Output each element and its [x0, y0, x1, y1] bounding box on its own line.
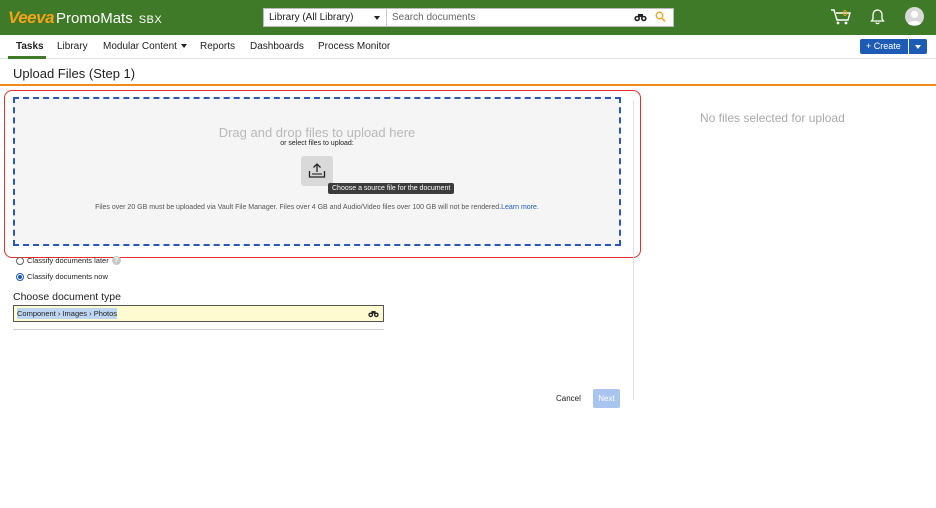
next-button[interactable]: Next — [593, 389, 620, 408]
dropzone-note: Files over 20 GB must be uploaded via Va… — [15, 204, 619, 211]
select-file-button[interactable] — [301, 156, 333, 186]
panel-divider — [633, 100, 634, 400]
binoculars-icon[interactable] — [634, 13, 647, 22]
top-bar: Veeva PromoMats SBX Library (All Library… — [0, 0, 936, 35]
cart-count-badge: 0 — [842, 9, 848, 18]
library-select[interactable]: Library (All Library) — [263, 8, 386, 27]
doctype-value: Component › Images › Photos — [17, 308, 118, 319]
create-button[interactable]: + Create — [860, 39, 908, 54]
app-logo[interactable]: Veeva PromoMats SBX — [8, 8, 162, 28]
doctype-label: Choose document type — [13, 291, 121, 303]
no-files-message: No files selected for upload — [700, 111, 845, 125]
classify-later-radio[interactable] — [16, 256, 24, 265]
chevron-down-icon — [374, 16, 380, 20]
doctype-field[interactable]: Component › Images › Photos — [13, 305, 384, 322]
cancel-button[interactable]: Cancel — [556, 394, 581, 403]
doctype-divider — [13, 329, 384, 330]
upload-tooltip: Choose a source file for the document — [328, 183, 455, 194]
dropzone-note-text: Files over 20 GB must be uploaded via Va… — [95, 204, 502, 211]
dropzone-main-text: Drag and drop files to upload here — [218, 125, 416, 140]
tab-library[interactable]: Library — [57, 41, 88, 52]
environment-badge: SBX — [138, 14, 163, 26]
main-nav: Tasks Library Modular Content Reports Da… — [0, 35, 936, 59]
search-icon[interactable] — [655, 11, 666, 23]
header-divider — [0, 84, 936, 86]
search-placeholder: Search documents — [392, 12, 476, 23]
classify-now-option[interactable]: Classify documents now — [16, 272, 108, 281]
create-dropdown-button[interactable] — [909, 39, 927, 54]
chevron-down-icon — [180, 44, 187, 49]
classify-later-label: Classify documents later — [27, 256, 109, 265]
tab-tasks[interactable]: Tasks — [16, 41, 44, 52]
classify-now-label: Classify documents now — [27, 272, 108, 281]
search-input[interactable]: Search documents — [386, 8, 674, 27]
learn-more-link[interactable]: Learn more. — [501, 204, 539, 211]
binoculars-icon[interactable] — [368, 310, 379, 318]
dropzone-sub-text: or select files to upload: — [280, 140, 354, 147]
tab-process-monitor[interactable]: Process Monitor — [318, 41, 390, 52]
user-icon — [907, 10, 922, 25]
classify-now-radio[interactable] — [16, 272, 24, 281]
upload-icon — [308, 163, 326, 178]
tab-modular-content-label: Modular Content — [103, 41, 177, 52]
tab-reports[interactable]: Reports — [200, 41, 235, 52]
avatar[interactable] — [905, 7, 924, 26]
tab-dashboards[interactable]: Dashboards — [250, 41, 304, 52]
logo-brand: Veeva — [8, 8, 55, 27]
bell-icon[interactable] — [870, 8, 885, 26]
logo-product: PromoMats — [56, 10, 133, 27]
file-dropzone[interactable]: Drag and drop files to upload here or se… — [13, 97, 621, 246]
tab-modular-content[interactable]: Modular Content — [103, 41, 187, 52]
help-icon[interactable]: ? — [111, 256, 121, 265]
classify-later-option[interactable]: Classify documents later ? — [16, 256, 121, 265]
library-select-value: Library (All Library) — [269, 12, 354, 23]
page-title: Upload Files (Step 1) — [13, 66, 136, 81]
active-tab-indicator — [8, 56, 46, 59]
